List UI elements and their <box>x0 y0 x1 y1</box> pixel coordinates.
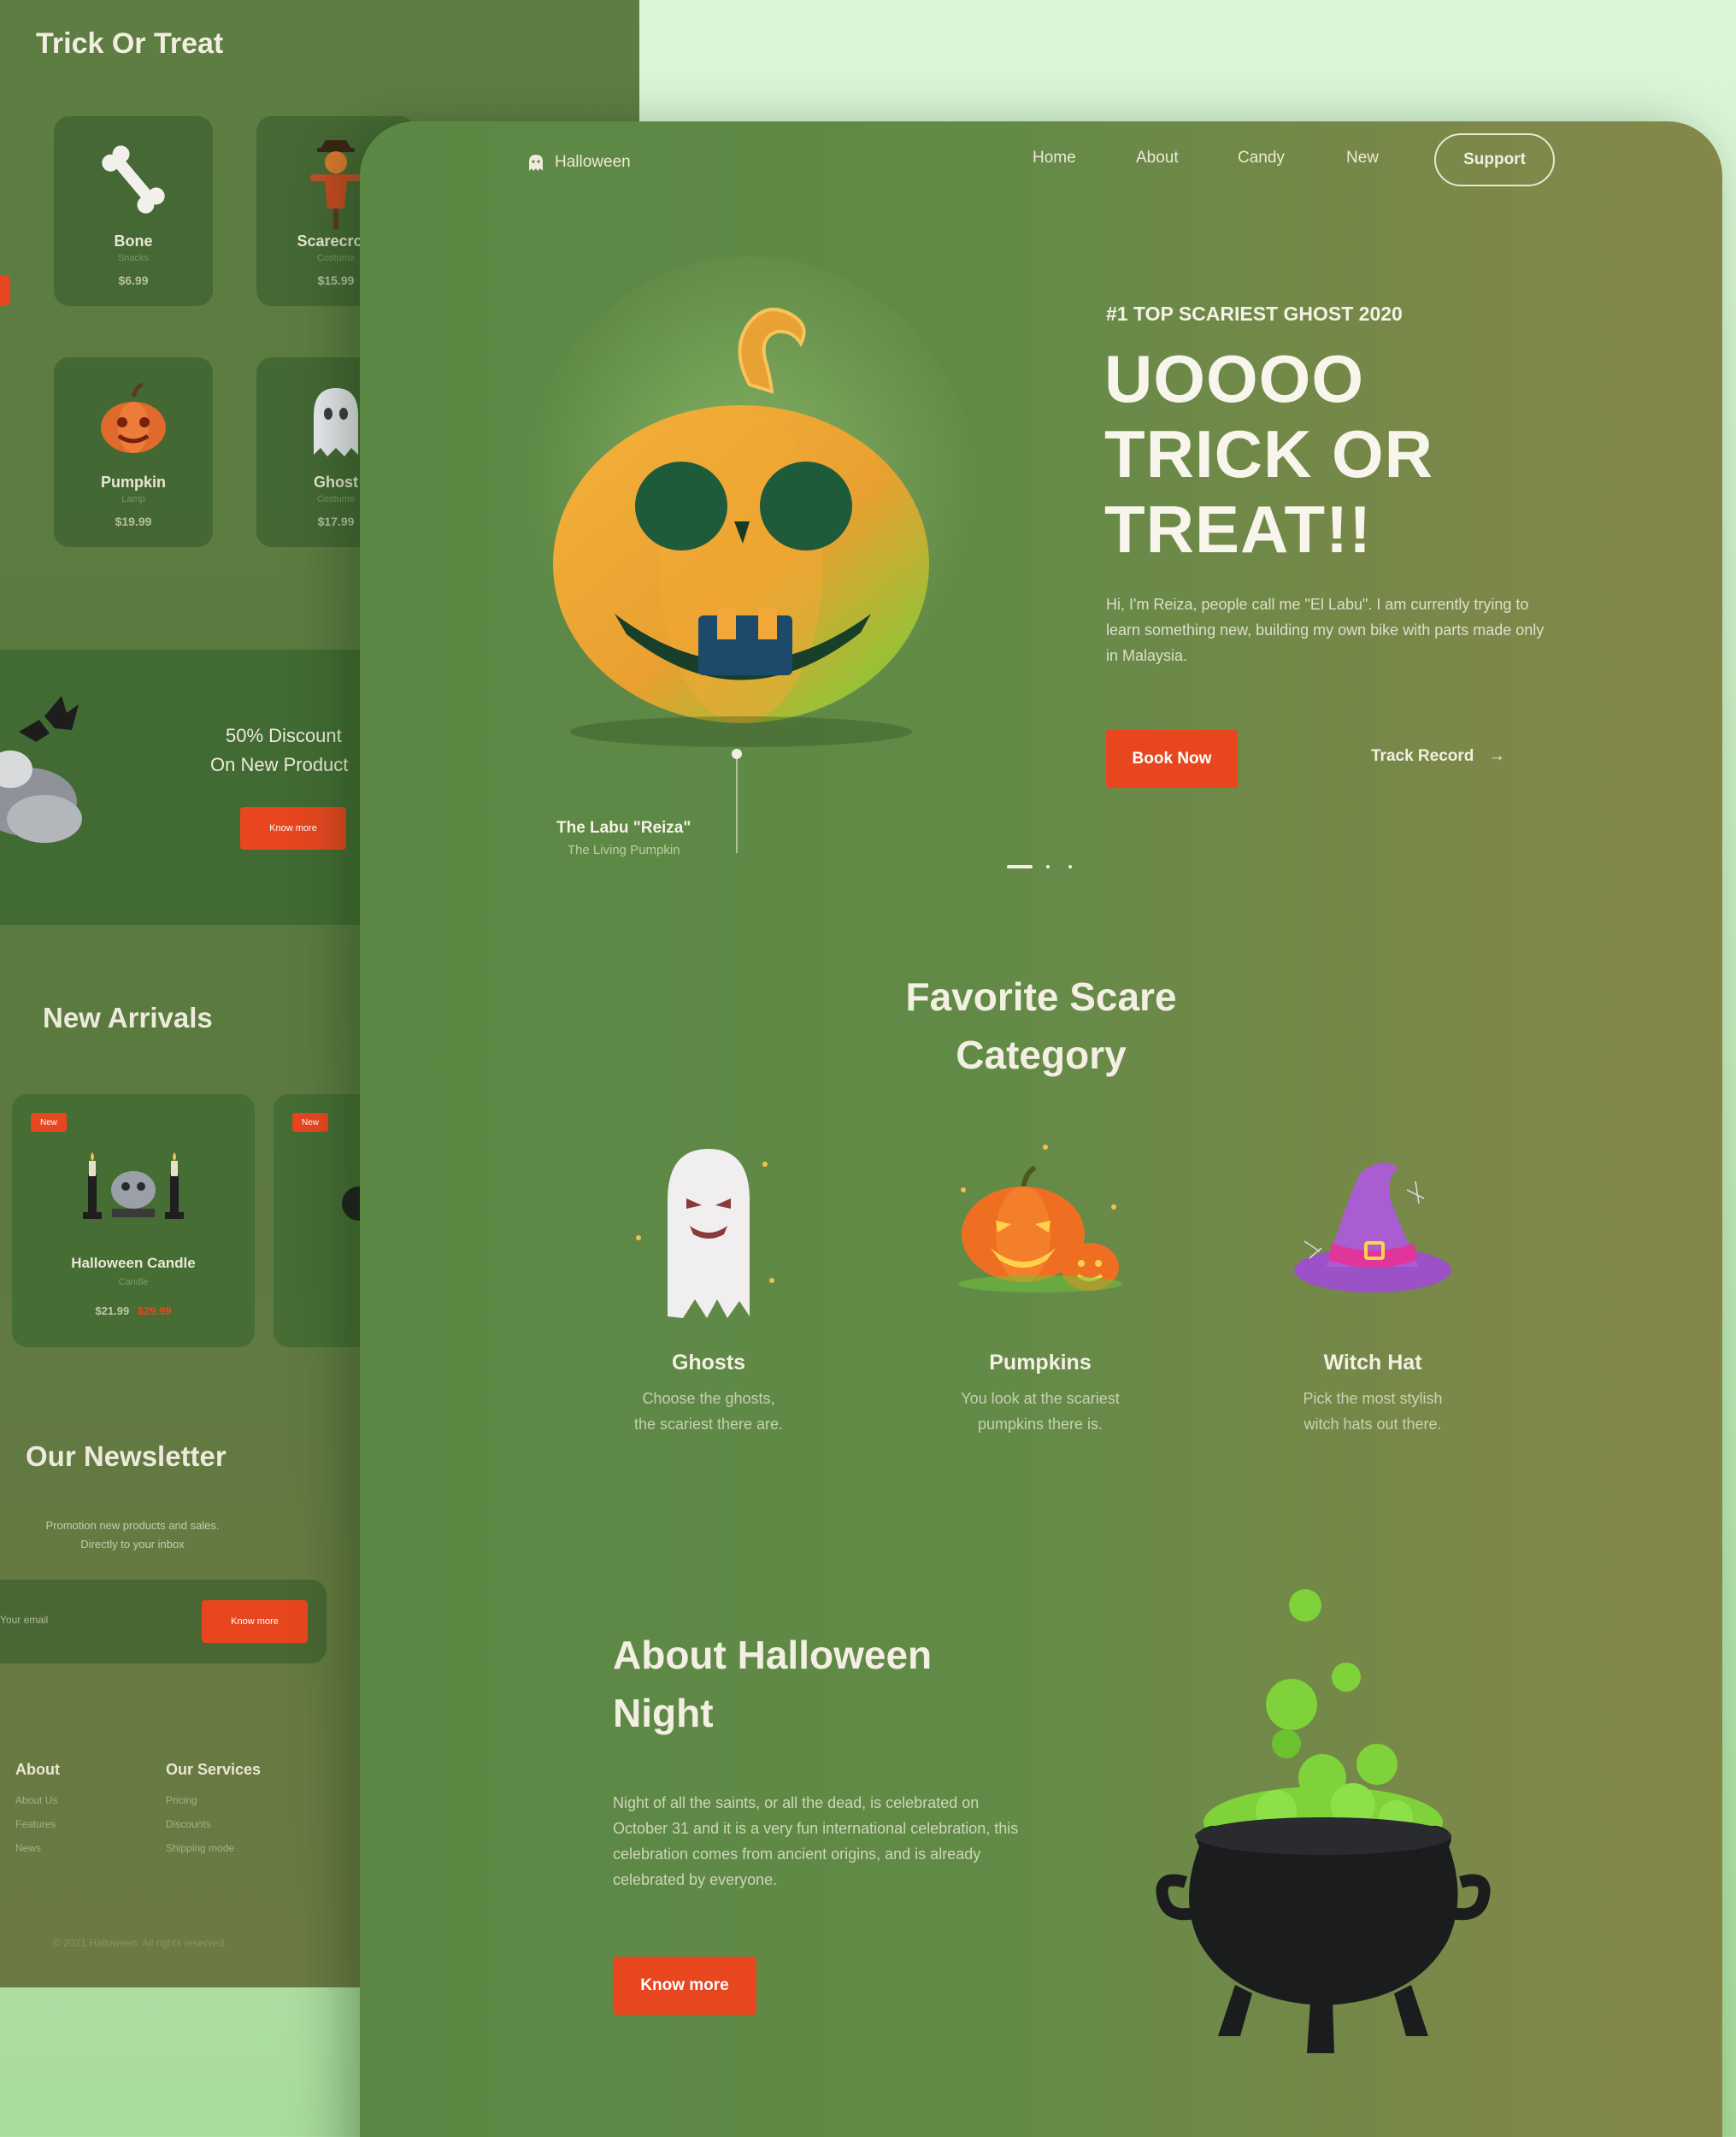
category-desc: Choose the ghosts, the scariest there ar… <box>580 1386 837 1437</box>
arrival-old-price: $29.99 <box>137 1304 172 1317</box>
ghost-logo-icon <box>529 155 543 171</box>
about-title-line-1: About Halloween <box>613 1633 933 1677</box>
nav-about[interactable]: About <box>1136 149 1179 168</box>
promo-line-1: 50% Discount <box>226 725 342 746</box>
pumpkin-caption-name: The Labu "Reiza" <box>556 819 691 837</box>
support-button[interactable]: Support <box>1434 133 1555 186</box>
arrival-card-candle[interactable]: New Halloween Candle Candle $21.99 $29.9… <box>12 1094 255 1347</box>
nav-home[interactable]: Home <box>1033 149 1076 168</box>
footer-col-about: About About Us Features News <box>15 1761 60 1866</box>
footer-link[interactable]: News <box>15 1842 60 1854</box>
arrow-right-icon: → <box>1488 747 1505 765</box>
newsletter-sub: Promotion new products and sales. Direct… <box>17 1516 248 1554</box>
book-now-button[interactable]: Book Now <box>1106 730 1238 788</box>
category-card-witch-hat[interactable]: Witch Hat Pick the most stylish witch ha… <box>1245 1139 1501 1437</box>
category-name: Witch Hat <box>1323 1351 1422 1375</box>
candle-icon <box>83 1152 184 1219</box>
about-text: Night of all the saints, or all the dead… <box>613 1794 1019 1888</box>
product-price: $6.99 <box>118 274 149 287</box>
newsletter-submit-button[interactable]: Know more <box>202 1600 308 1643</box>
track-record-link[interactable]: Track Record → <box>1371 747 1505 766</box>
product-name: Pumpkin <box>100 474 166 491</box>
promo-line-2: On New Product <box>210 754 349 775</box>
arrival-sub: Candle <box>118 1277 149 1287</box>
pumpkin-icon <box>101 382 166 453</box>
new-tag: New <box>292 1113 328 1132</box>
new-arrivals-title: New Arrivals <box>43 1002 213 1033</box>
promo-know-more-button[interactable]: Know more <box>240 807 346 850</box>
hero-pumpkin-illustration <box>519 256 980 752</box>
new-tag: New <box>31 1113 67 1132</box>
footer-link[interactable]: Shipping mode <box>166 1842 261 1854</box>
track-record-label: Track Record <box>1371 747 1474 765</box>
hero-heading-line-2: TRICK OR <box>1104 416 1433 492</box>
hero-description: Hi, I'm Reiza, people call me "El Labu".… <box>1106 596 1545 664</box>
category-title: Favorite Scare Category <box>360 968 1722 1084</box>
footer-link[interactable]: Pricing <box>166 1794 261 1806</box>
newsletter-sub-line-1: Promotion new products and sales. <box>45 1519 220 1532</box>
arrival-name: Halloween Candle <box>71 1255 196 1271</box>
arrival-price: $21.99 <box>95 1304 130 1317</box>
pumpkin-caption-sub: The Living Pumpkin <box>567 843 680 857</box>
footer-link[interactable]: Features <box>15 1818 60 1830</box>
footer-col-services: Our Services Pricing Discounts Shipping … <box>166 1761 261 1866</box>
about-title: About Halloween Night <box>613 1626 932 1742</box>
logo[interactable]: Halloween <box>526 152 631 173</box>
category-desc-line-2: pumpkins there is. <box>977 1416 1103 1433</box>
category-desc-line-1: You look at the scariest <box>961 1390 1120 1407</box>
category-name: Pumpkins <box>989 1351 1092 1375</box>
product-card-bone[interactable]: Bone Snacks $6.99 <box>54 116 213 306</box>
slider-dot[interactable] <box>1046 865 1050 868</box>
front-page-preview: Halloween Home About Candy New Support T… <box>360 121 1722 2137</box>
witch-hat-icon <box>1294 1163 1451 1292</box>
footer-heading: Our Services <box>166 1761 262 1778</box>
category-card-ghosts[interactable]: Ghosts Choose the ghosts, the scariest t… <box>580 1139 837 1437</box>
cauldron-icon <box>1156 1589 1491 2053</box>
arrival-price-row: $21.99 $29.99 <box>12 1304 255 1317</box>
product-name: Bone <box>114 233 153 250</box>
pumpkins-icon <box>958 1145 1122 1292</box>
about-know-more-button[interactable]: Know more <box>613 1957 756 2015</box>
email-placeholder: Your email <box>0 1614 49 1626</box>
newsletter-email-field[interactable]: Your email Know more <box>0 1580 327 1663</box>
category-name: Ghosts <box>671 1351 746 1375</box>
footer-link[interactable]: About Us <box>15 1794 60 1806</box>
back-page-title: Trick Or Treat <box>36 27 224 60</box>
category-desc-line-1: Choose the ghosts, <box>642 1390 775 1407</box>
bat-cloud-icon <box>0 696 82 843</box>
product-sub: Snacks <box>117 253 150 263</box>
category-title-line-2: Category <box>956 1033 1127 1077</box>
product-sub: Lamp <box>121 494 145 504</box>
pointer-line <box>736 752 738 853</box>
category-desc: You look at the scariest pumpkins there … <box>912 1386 1168 1437</box>
slider-dot[interactable] <box>1068 865 1072 868</box>
logo-text: Halloween <box>555 153 631 171</box>
ghost-icon <box>636 1149 774 1318</box>
category-card-pumpkins[interactable]: Pumpkins You look at the scariest pumpki… <box>912 1139 1168 1437</box>
hero-tag: #1 TOP SCARIEST GHOST 2020 <box>1106 303 1403 325</box>
hero-heading-line-3: TREAT!! <box>1104 492 1373 567</box>
pumpkin-caption: The Labu "Reiza" The Living Pumpkin <box>556 819 691 857</box>
footer-heading: About <box>15 1761 60 1778</box>
newsletter-sub-line-2: Directly to your inbox <box>80 1538 185 1551</box>
nav-candy[interactable]: Candy <box>1238 149 1285 168</box>
product-price: $19.99 <box>115 515 152 528</box>
cart-badge <box>0 275 10 306</box>
slider-dot-active[interactable] <box>1007 865 1033 868</box>
category-desc-line-1: Pick the most stylish <box>1303 1390 1443 1407</box>
hero-heading-line-1: UOOOO <box>1104 341 1365 416</box>
about-title-line-2: Night <box>613 1691 714 1735</box>
pointer-dot <box>732 749 742 759</box>
category-desc-line-2: witch hats out there. <box>1303 1416 1442 1433</box>
category-desc-line-2: the scariest there are. <box>633 1416 784 1433</box>
category-title-line-1: Favorite Scare <box>905 974 1177 1019</box>
nav-new[interactable]: New <box>1346 149 1379 168</box>
product-card-pumpkin[interactable]: Pumpkin Lamp $19.99 <box>54 357 213 547</box>
copyright: © 2021 Halloween. All rights reserved. <box>53 1937 227 1949</box>
newsletter-title: Our Newsletter <box>26 1440 227 1472</box>
category-desc: Pick the most stylish witch hats out the… <box>1245 1386 1501 1437</box>
bone-icon <box>102 145 165 214</box>
footer-link[interactable]: Discounts <box>166 1818 261 1830</box>
